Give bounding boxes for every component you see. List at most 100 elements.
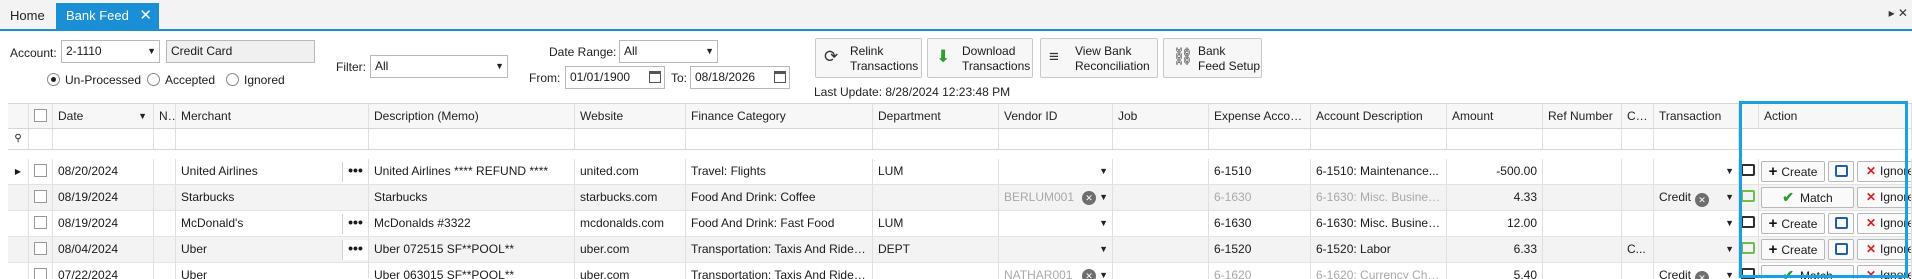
to-date-input[interactable]: 08/18/2026	[690, 66, 790, 89]
chevron-down-icon[interactable]: ▼	[1725, 263, 1734, 279]
memo-note-cell[interactable]	[1739, 185, 1759, 210]
filter-icon[interactable]: ⚲	[8, 129, 29, 149]
more-options-icon[interactable]: •••	[342, 214, 368, 234]
finance-category-cell[interactable]: Food And Drink: Fast Food	[686, 211, 873, 236]
merchant-cell[interactable]: Uber	[176, 263, 369, 279]
column-header-ca[interactable]: Ca...	[1622, 104, 1654, 128]
memo-cell[interactable]: Starbucks	[369, 185, 575, 210]
amount-cell[interactable]: 4.33	[1447, 185, 1543, 210]
account-select[interactable]: 2-1110 ▼	[61, 40, 160, 63]
chevron-down-icon[interactable]: ▼	[1099, 263, 1108, 279]
ca-cell[interactable]	[1622, 159, 1654, 184]
expense-account-cell[interactable]: 6-1630	[1209, 211, 1311, 236]
more-options-icon[interactable]: •••	[342, 240, 368, 260]
date-cell[interactable]: 08/04/2024	[53, 237, 154, 262]
department-cell[interactable]	[873, 263, 999, 279]
filter-cell[interactable]	[176, 129, 369, 149]
column-header-finance-category[interactable]: Finance Category	[686, 104, 873, 128]
n-cell[interactable]	[154, 263, 176, 279]
chevron-down-icon[interactable]: ▼	[1725, 211, 1734, 236]
chevron-down-icon[interactable]: ▼	[1099, 159, 1108, 184]
column-header-expense-account[interactable]: Expense Account	[1209, 104, 1311, 128]
clear-icon[interactable]: ✕	[1082, 191, 1096, 205]
transaction-cell[interactable]: ▼	[1654, 159, 1739, 184]
filter-cell[interactable]	[1622, 129, 1654, 149]
account-description-cell[interactable]: 6-1520: Labor	[1311, 237, 1447, 262]
column-header-amount[interactable]: Amount	[1447, 104, 1543, 128]
filter-cell[interactable]	[575, 129, 686, 149]
amount-cell[interactable]: 6.33	[1447, 237, 1543, 262]
chevron-down-icon[interactable]: ▼	[1099, 185, 1108, 210]
account-description-cell[interactable]: 6-1510: Maintenance...	[1311, 159, 1447, 184]
clear-icon[interactable]: ✕	[1695, 193, 1710, 207]
ca-cell[interactable]	[1622, 263, 1654, 279]
row-checkbox[interactable]	[29, 237, 53, 262]
clear-icon[interactable]: ✕	[1695, 271, 1710, 279]
chevron-down-icon[interactable]: ▼	[1099, 211, 1108, 236]
ref-number-cell[interactable]	[1543, 237, 1622, 262]
bank-feed-setup-button[interactable]: ⛓ Bank Feed Setup	[1163, 38, 1262, 78]
edit-button[interactable]	[1828, 239, 1854, 260]
job-cell[interactable]	[1113, 211, 1209, 236]
ref-number-cell[interactable]	[1543, 211, 1622, 236]
vendor-id-cell[interactable]: BERLUM001 ✕ ▼	[999, 185, 1113, 210]
finance-category-cell[interactable]: Travel: Flights	[686, 159, 873, 184]
column-header-vendor-id[interactable]: Vendor ID	[999, 104, 1113, 128]
edit-button[interactable]	[1828, 213, 1854, 234]
download-transactions-button[interactable]: ⬇ Download Transactions	[927, 38, 1033, 78]
ignore-button[interactable]: ✕ Ignore	[1857, 187, 1911, 208]
row-checkbox[interactable]	[29, 211, 53, 236]
merchant-cell[interactable]: McDonald's •••	[176, 211, 369, 236]
department-cell[interactable]: LUM	[873, 211, 999, 236]
chevron-down-icon[interactable]: ▼	[1099, 237, 1108, 262]
job-cell[interactable]	[1113, 185, 1209, 210]
date-range-select[interactable]: All ▼	[619, 40, 718, 63]
transaction-cell[interactable]: Credit ✕ ▼	[1654, 263, 1739, 279]
website-cell[interactable]: starbucks.com	[575, 185, 686, 210]
merchant-cell[interactable]: Uber •••	[176, 237, 369, 262]
department-cell[interactable]: DEPT	[873, 237, 999, 262]
table-row[interactable]: ▶ 08/20/2024 United Airlines ••• United A…	[8, 159, 1912, 185]
chevron-down-icon[interactable]: ▼	[1725, 237, 1734, 262]
memo-note-cell[interactable]	[1739, 159, 1759, 184]
ref-number-cell[interactable]	[1543, 159, 1622, 184]
radio-ignored[interactable]: Ignored	[226, 73, 285, 87]
note-icon[interactable]	[1741, 268, 1755, 279]
memo-cell[interactable]: Uber 063015 SF**POOL**	[369, 263, 575, 279]
website-cell[interactable]: uber.com	[575, 237, 686, 262]
n-cell[interactable]	[154, 237, 176, 262]
amount-cell[interactable]: -500.00	[1447, 159, 1543, 184]
filter-cell[interactable]	[29, 129, 53, 149]
ref-number-cell[interactable]	[1543, 263, 1622, 279]
create-button[interactable]: + Create	[1761, 239, 1825, 260]
account-description-cell[interactable]: 6-1620: Currency Cha...	[1311, 263, 1447, 279]
ignore-button[interactable]: ✕ Ignore	[1857, 161, 1911, 182]
filter-cell[interactable]	[1209, 129, 1311, 149]
column-header-memo[interactable]: Description (Memo)	[369, 104, 575, 128]
amount-cell[interactable]: 5.40	[1447, 263, 1543, 279]
filter-cell[interactable]	[1654, 129, 1739, 149]
memo-note-cell[interactable]	[1739, 211, 1759, 236]
filter-cell[interactable]	[1113, 129, 1209, 149]
finance-category-cell[interactable]: Transportation: Taxis And Ride S...	[686, 237, 873, 262]
table-row[interactable]: 08/19/2024 McDonald's ••• McDonalds #3322…	[8, 211, 1912, 237]
note-icon[interactable]	[1741, 216, 1755, 228]
account-description-cell[interactable]: 6-1630: Misc. Busines...	[1311, 185, 1447, 210]
column-header-department[interactable]: Department	[873, 104, 999, 128]
relink-transactions-button[interactable]: ⟳ Relink Transactions	[815, 38, 922, 78]
filter-select[interactable]: All ▼	[370, 55, 508, 78]
website-cell[interactable]: uber.com	[575, 263, 686, 279]
memo-cell[interactable]: McDonalds #3322	[369, 211, 575, 236]
expense-account-cell[interactable]: 6-1620	[1209, 263, 1311, 279]
row-checkbox[interactable]	[29, 263, 53, 279]
ignore-button[interactable]: ✕ Ignore	[1857, 213, 1911, 234]
vendor-id-cell[interactable]: ▼	[999, 159, 1113, 184]
column-header-ref-number[interactable]: Ref Number	[1543, 104, 1622, 128]
job-cell[interactable]	[1113, 263, 1209, 279]
tab-home[interactable]: Home	[0, 3, 57, 29]
expense-account-cell[interactable]: 6-1520	[1209, 237, 1311, 262]
account-description-cell[interactable]: 6-1630: Misc. Busines...	[1311, 211, 1447, 236]
transaction-cell[interactable]: ▼	[1654, 211, 1739, 236]
job-cell[interactable]	[1113, 159, 1209, 184]
filter-cell[interactable]	[154, 129, 176, 149]
